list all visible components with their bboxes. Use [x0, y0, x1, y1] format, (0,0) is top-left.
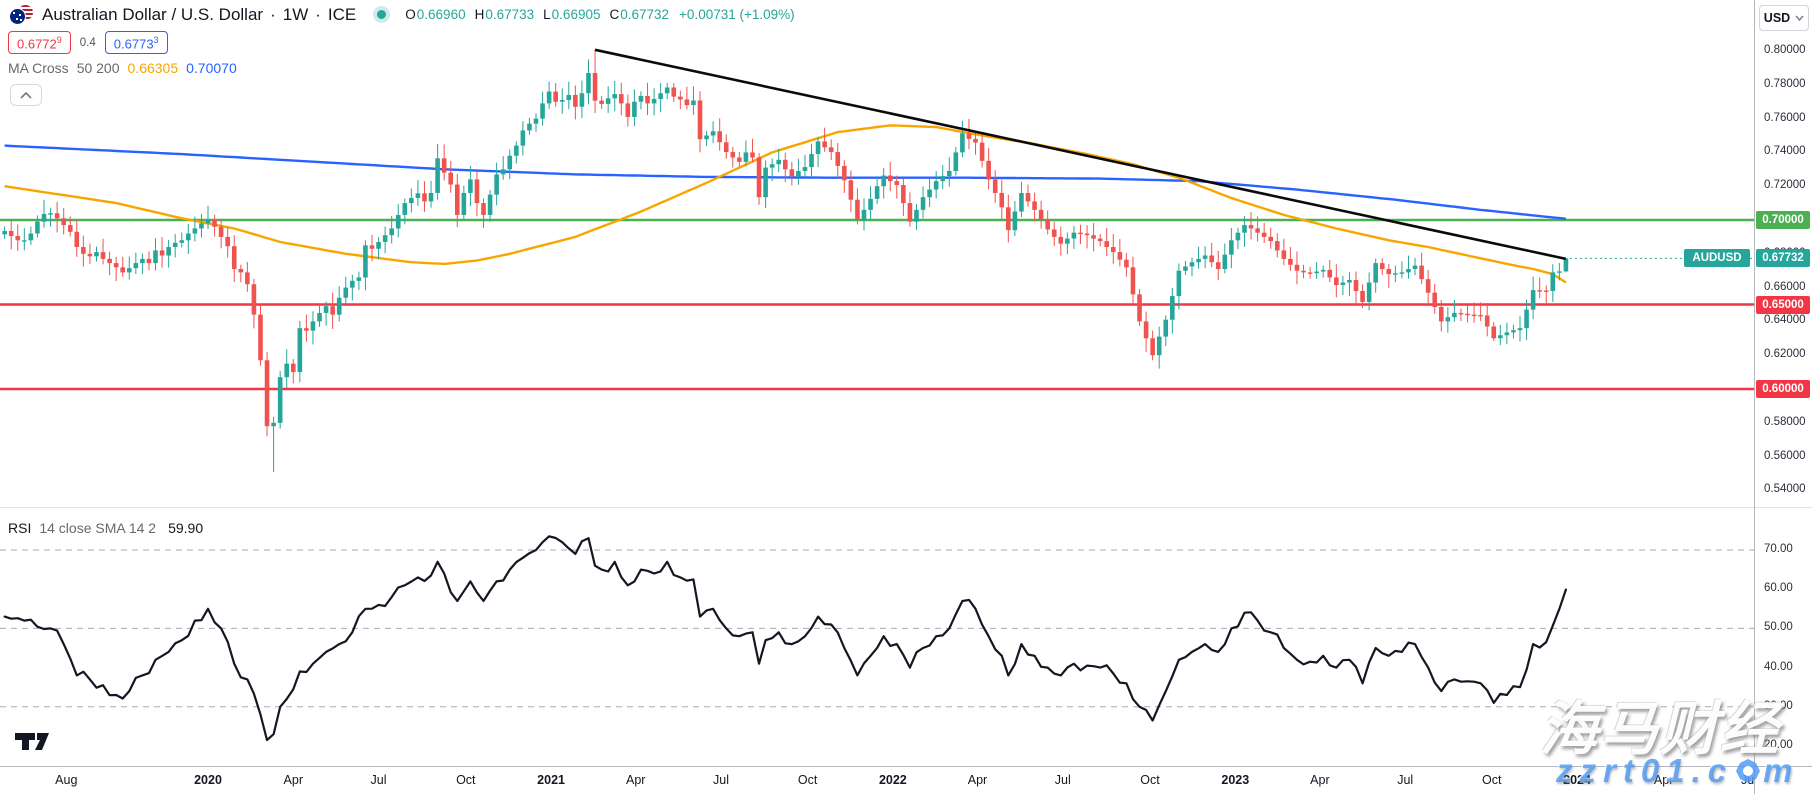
rsi-value: 59.90 — [168, 520, 203, 536]
rsi-legend[interactable]: RSI 14 close SMA 14 2 59.90 — [8, 520, 203, 536]
watermark-domain-prefix: zzrt01.c — [1556, 752, 1733, 790]
price-chart[interactable] — [0, 0, 1812, 794]
bid-ask-row: 0.67729 0.4 0.67733 — [8, 31, 168, 54]
sell-button[interactable]: 0.67729 — [8, 31, 71, 54]
open-value: 0.66960 — [417, 7, 466, 22]
currency-dropdown[interactable]: USD — [1759, 5, 1809, 31]
price-level-badge: 0.60000 — [1756, 380, 1810, 398]
trading-chart-app: Australian Dollar / U.S. Dollar · 1W · I… — [0, 0, 1812, 794]
market-status-dot-icon — [377, 10, 386, 19]
interval-label: 1W — [283, 5, 309, 25]
time-axis-month-label: Apr — [284, 773, 303, 787]
time-axis-month-label: Oct — [456, 773, 475, 787]
pair-flags-icon — [8, 4, 35, 25]
price-axis-label: 0.56000 — [1764, 450, 1806, 462]
price-axis-label: 0.54000 — [1764, 483, 1806, 495]
symbol-title: Australian Dollar / U.S. Dollar — [42, 5, 263, 25]
price-axis-label: 0.66000 — [1764, 281, 1806, 293]
indicator-params: 50 200 — [77, 60, 120, 76]
exchange-label: ICE — [328, 5, 356, 25]
low-value: 0.66905 — [552, 7, 601, 22]
gear-icon — [1735, 758, 1761, 784]
price-level-badge: 0.70000 — [1756, 211, 1810, 229]
price-axis-label: 0.64000 — [1764, 314, 1806, 326]
collapse-legend-button[interactable] — [10, 84, 42, 106]
price-axis-label: 0.78000 — [1764, 78, 1806, 90]
rsi-axis-label: 50.00 — [1764, 621, 1793, 633]
watermark-domain-suffix: m — [1763, 752, 1799, 790]
currency-label: USD — [1764, 11, 1790, 25]
separator: · — [270, 5, 276, 25]
time-axis-month-label: Apr — [1310, 773, 1329, 787]
time-axis-year-label: 2020 — [194, 773, 222, 787]
time-axis-month-label: Oct — [1482, 773, 1501, 787]
price-axis-label: 0.58000 — [1764, 416, 1806, 428]
time-axis-year-label: 2021 — [537, 773, 565, 787]
tradingview-logo-icon — [14, 730, 50, 752]
price-axis-label: 0.76000 — [1764, 112, 1806, 124]
high-value: 0.67733 — [485, 7, 534, 22]
ohlc-values: O0.66960 H0.67733 L0.66905 C0.67732 +0.0… — [405, 7, 794, 22]
time-axis-month-label: Jul — [1055, 773, 1071, 787]
price-axis[interactable]: 0.800000.780000.760000.740000.720000.680… — [1754, 0, 1812, 766]
indicator-name: MA Cross — [8, 60, 69, 76]
change-value: +0.00731 (+1.09%) — [679, 7, 795, 22]
price-axis-label: 0.74000 — [1764, 145, 1806, 157]
ma50-value: 0.66305 — [128, 60, 179, 76]
close-label: C — [609, 7, 619, 22]
price-axis-label: 0.80000 — [1764, 44, 1806, 56]
time-axis-month-label: Oct — [1140, 773, 1159, 787]
rsi-axis-label: 40.00 — [1764, 661, 1793, 673]
time-axis-month-label: Apr — [626, 773, 645, 787]
time-axis-month-label: Jul — [371, 773, 387, 787]
ma200-value: 0.70070 — [186, 60, 237, 76]
symbol-badge: AUDUSD — [1684, 249, 1750, 267]
price-axis-label: 0.72000 — [1764, 179, 1806, 191]
chevron-down-icon — [1795, 15, 1804, 21]
open-label: O — [405, 7, 416, 22]
high-label: H — [475, 7, 485, 22]
last-price-badge: 0.67732 — [1756, 249, 1810, 267]
time-axis-year-label: 2022 — [879, 773, 907, 787]
tradingview-logo[interactable] — [14, 730, 50, 757]
spread-value: 0.4 — [80, 37, 96, 49]
price-axis-label: 0.62000 — [1764, 348, 1806, 360]
price-level-badge: 0.65000 — [1756, 296, 1810, 314]
rsi-name: RSI — [8, 520, 31, 536]
separator: · — [315, 5, 321, 25]
rsi-params: 14 close SMA 14 2 — [39, 520, 156, 536]
low-label: L — [543, 7, 551, 22]
time-axis-month-label: Apr — [968, 773, 987, 787]
ma-cross-legend[interactable]: MA Cross 50 200 0.66305 0.70070 — [8, 60, 237, 76]
chevron-up-icon — [20, 92, 32, 99]
time-axis-month-label: Jul — [1397, 773, 1413, 787]
time-axis-month-label: Jul — [713, 773, 729, 787]
time-axis[interactable]: Aug 2020 Apr Jul Oct 2021 Apr Jul Oct 2022 Apr Jul O… — [0, 767, 1754, 794]
watermark-domain: zzrt01.c m — [1556, 752, 1799, 790]
buy-button[interactable]: 0.67733 — [105, 31, 168, 54]
time-axis-year-label: 2023 — [1221, 773, 1249, 787]
time-axis-month-label: Oct — [798, 773, 817, 787]
rsi-axis-label: 70.00 — [1764, 543, 1793, 555]
symbol-legend[interactable]: Australian Dollar / U.S. Dollar · 1W · I… — [8, 4, 795, 25]
time-axis-month-label: Aug — [55, 773, 77, 787]
au-flag-icon — [9, 8, 26, 25]
rsi-axis-label: 60.00 — [1764, 582, 1793, 594]
close-value: 0.67732 — [620, 7, 669, 22]
